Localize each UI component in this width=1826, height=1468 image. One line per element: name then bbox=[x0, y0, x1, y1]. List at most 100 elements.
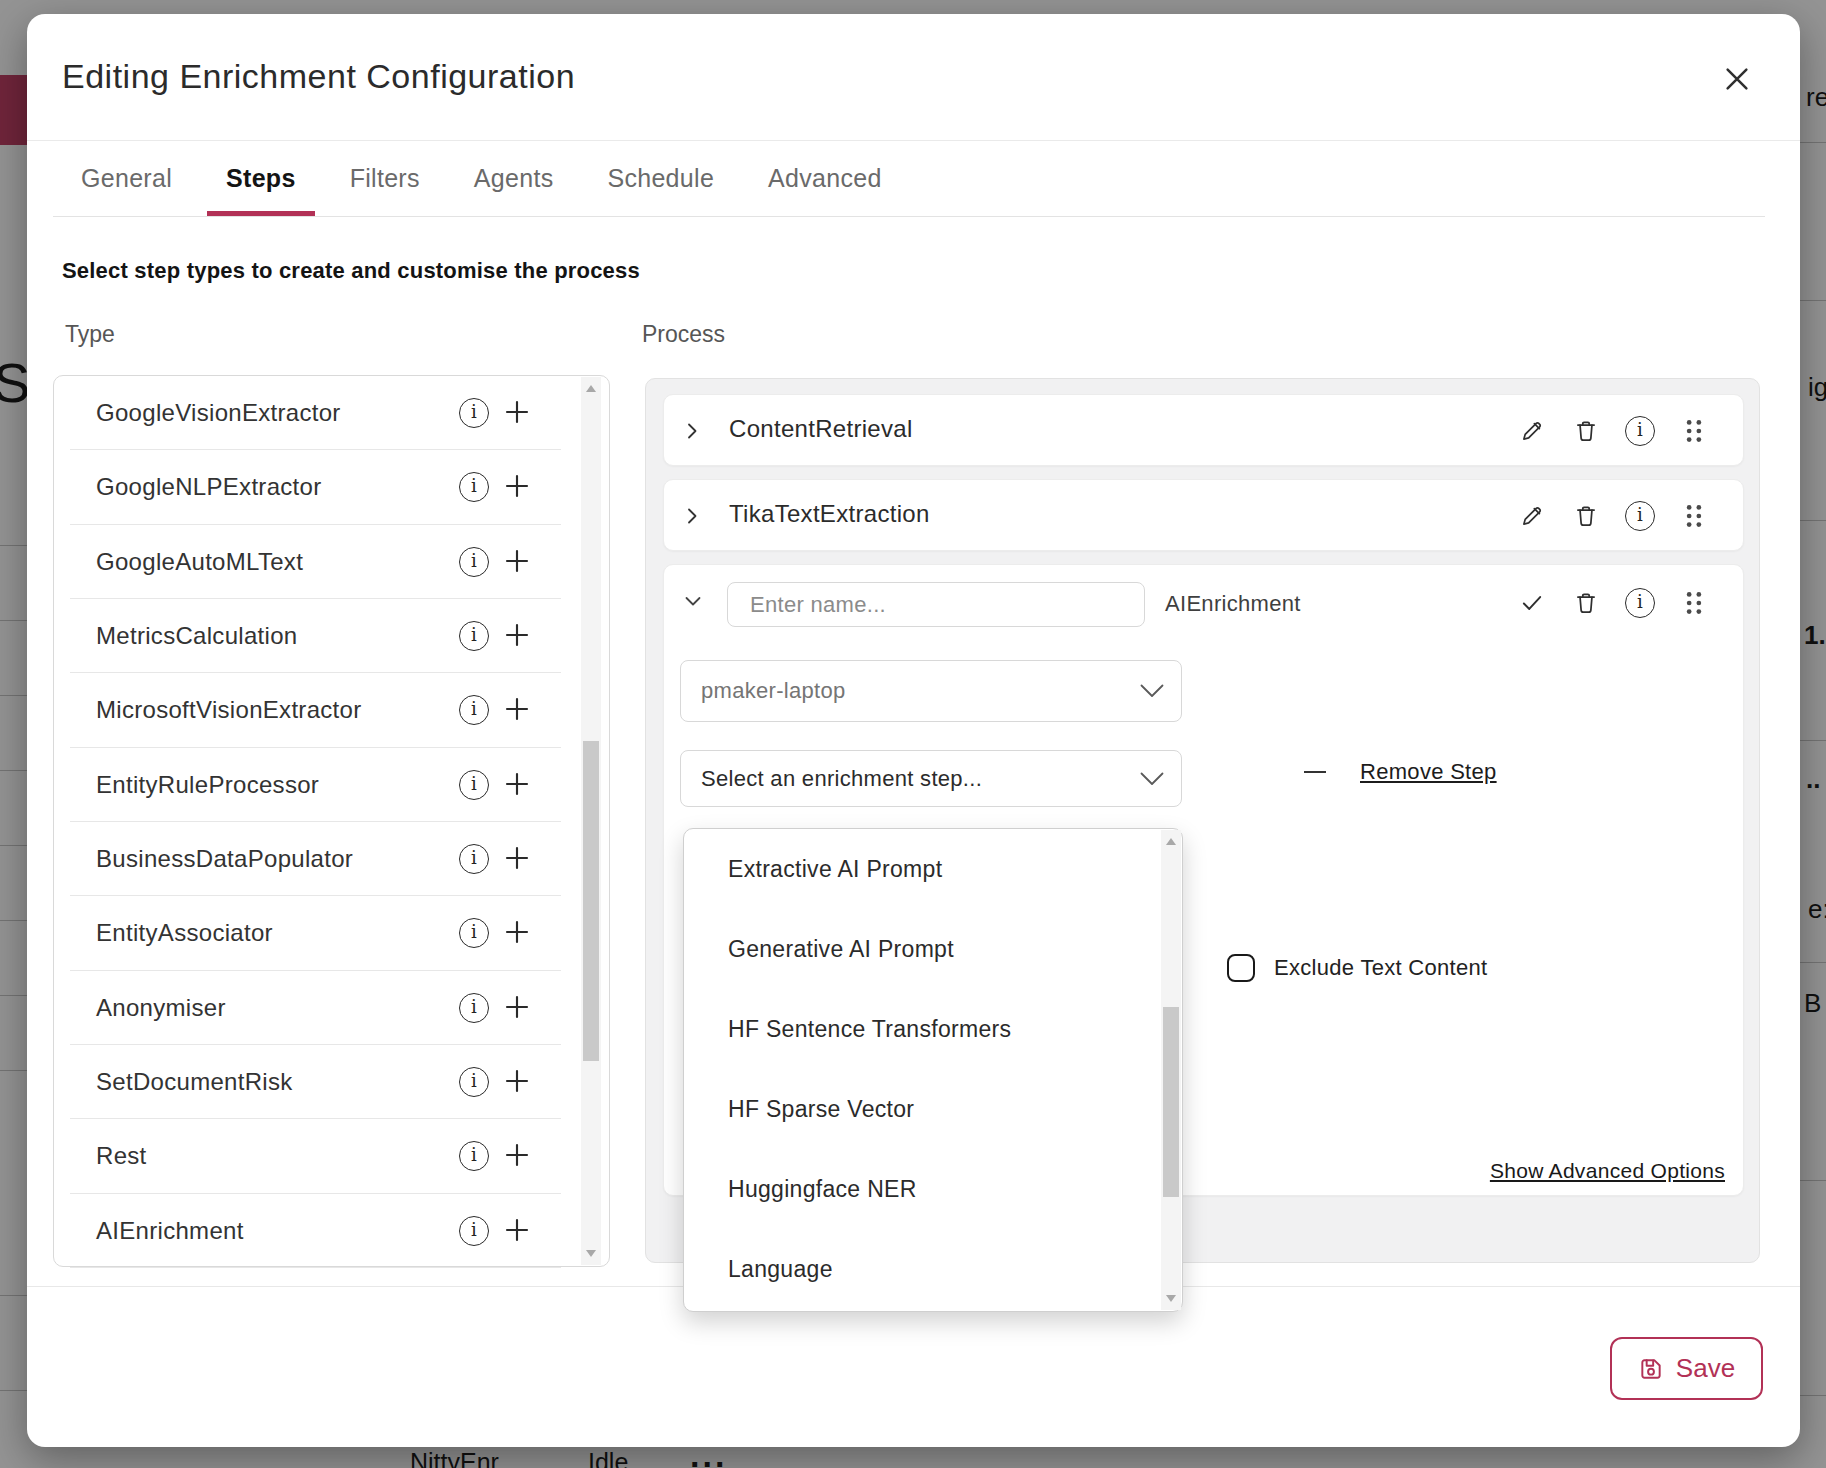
info-icon[interactable]: i bbox=[459, 993, 489, 1023]
dropdown-option[interactable]: HF Sparse Vector bbox=[684, 1069, 1182, 1149]
drag-handle-icon[interactable] bbox=[1679, 501, 1709, 531]
add-step-icon[interactable] bbox=[502, 1140, 532, 1170]
type-name: EntityAssociator bbox=[96, 919, 273, 947]
type-list-item[interactable]: EntityAssociator i bbox=[54, 896, 609, 970]
edit-step-icon[interactable] bbox=[1517, 501, 1547, 531]
expand-step-icon[interactable] bbox=[677, 416, 707, 446]
type-name: AIEnrichment bbox=[96, 1217, 244, 1245]
tabs-divider bbox=[53, 216, 1765, 217]
info-icon[interactable]: i bbox=[459, 1067, 489, 1097]
type-name: EntityRuleProcessor bbox=[96, 771, 319, 799]
info-icon[interactable]: i bbox=[459, 621, 489, 651]
enrichment-options-dropdown: Extractive AI Prompt Generative AI Promp… bbox=[683, 828, 1183, 1312]
process-step-card: TikaTextExtraction i bbox=[663, 479, 1744, 551]
step-type-label: AIEnrichment bbox=[1165, 591, 1301, 617]
type-name: Anonymiser bbox=[96, 994, 226, 1022]
dropdown-scrollbar[interactable] bbox=[1161, 830, 1181, 1310]
dropdown-option[interactable]: Extractive AI Prompt bbox=[684, 829, 1182, 909]
type-name: GoogleAutoMLText bbox=[96, 548, 303, 576]
chevron-down-icon bbox=[1139, 683, 1165, 699]
tab-advanced[interactable]: Advanced bbox=[749, 140, 901, 217]
edit-step-icon[interactable] bbox=[1517, 416, 1547, 446]
add-step-icon[interactable] bbox=[502, 546, 532, 576]
enrichment-step-select[interactable]: Select an enrichment step... bbox=[680, 750, 1182, 807]
drag-handle-icon[interactable] bbox=[1679, 588, 1709, 618]
save-button[interactable]: Save bbox=[1610, 1337, 1763, 1400]
edit-enrichment-dialog: Editing Enrichment Configuration General… bbox=[27, 14, 1800, 1447]
type-name: SetDocumentRisk bbox=[96, 1068, 293, 1096]
add-step-icon[interactable] bbox=[502, 1066, 532, 1096]
chevron-down-icon bbox=[1139, 771, 1165, 787]
remove-step-link[interactable]: Remove Step bbox=[1360, 759, 1497, 785]
add-step-icon[interactable] bbox=[502, 769, 532, 799]
dropdown-option[interactable]: Language bbox=[684, 1229, 1182, 1309]
show-advanced-options-link[interactable]: Show Advanced Options bbox=[1490, 1159, 1725, 1183]
type-list-item[interactable]: Anonymiser i bbox=[54, 971, 609, 1045]
add-step-icon[interactable] bbox=[502, 1215, 532, 1245]
tab-filters[interactable]: Filters bbox=[331, 140, 439, 217]
type-list-item[interactable]: GoogleAutoMLText i bbox=[54, 525, 609, 599]
collapse-step-icon[interactable] bbox=[678, 586, 708, 616]
info-icon[interactable]: i bbox=[459, 398, 489, 428]
info-icon[interactable]: i bbox=[459, 1141, 489, 1171]
step-title: ContentRetrieval bbox=[729, 415, 913, 443]
delete-step-icon[interactable] bbox=[1571, 501, 1601, 531]
confirm-step-icon[interactable] bbox=[1517, 588, 1547, 618]
server-select[interactable]: pmaker-laptop bbox=[680, 660, 1182, 722]
save-button-label: Save bbox=[1676, 1353, 1735, 1384]
add-step-icon[interactable] bbox=[502, 843, 532, 873]
exclude-text-label: Exclude Text Content bbox=[1274, 955, 1488, 981]
tab-general[interactable]: General bbox=[62, 140, 191, 217]
add-step-icon[interactable] bbox=[502, 620, 532, 650]
add-step-icon[interactable] bbox=[502, 917, 532, 947]
type-list-item[interactable]: MetricsCalculation i bbox=[54, 599, 609, 673]
add-step-icon[interactable] bbox=[502, 471, 532, 501]
info-icon[interactable]: i bbox=[1625, 416, 1655, 446]
type-list-scrollbar[interactable] bbox=[581, 377, 601, 1265]
info-icon[interactable]: i bbox=[459, 547, 489, 577]
type-list-item[interactable]: AIEnrichment i bbox=[54, 1194, 609, 1268]
type-list-item[interactable]: BusinessDataPopulator i bbox=[54, 822, 609, 896]
step-name-input[interactable] bbox=[727, 582, 1145, 627]
info-icon[interactable]: i bbox=[459, 472, 489, 502]
type-name: GoogleNLPExtractor bbox=[96, 473, 322, 501]
tab-agents[interactable]: Agents bbox=[455, 140, 573, 217]
info-icon[interactable]: i bbox=[459, 918, 489, 948]
delete-step-icon[interactable] bbox=[1571, 588, 1601, 618]
type-list-item[interactable]: GoogleNLPExtractor i bbox=[54, 450, 609, 524]
info-icon[interactable]: i bbox=[459, 695, 489, 725]
type-list-item[interactable]: EntityRuleProcessor i bbox=[54, 748, 609, 822]
add-step-icon[interactable] bbox=[502, 397, 532, 427]
tab-steps[interactable]: Steps bbox=[207, 140, 315, 217]
exclude-text-checkbox[interactable] bbox=[1227, 954, 1255, 982]
info-icon[interactable]: i bbox=[1625, 501, 1655, 531]
expand-step-icon[interactable] bbox=[677, 501, 707, 531]
info-icon[interactable]: i bbox=[459, 844, 489, 874]
dropdown-option[interactable]: Huggingface NER bbox=[684, 1149, 1182, 1229]
add-step-icon[interactable] bbox=[502, 992, 532, 1022]
add-step-icon[interactable] bbox=[502, 694, 532, 724]
dialog-subtitle: Select step types to create and customis… bbox=[62, 258, 640, 284]
type-list-item[interactable]: GoogleVisionExtractor i bbox=[54, 376, 609, 450]
tab-schedule[interactable]: Schedule bbox=[588, 140, 733, 217]
info-icon[interactable]: i bbox=[459, 770, 489, 800]
close-button[interactable] bbox=[1719, 61, 1755, 97]
process-step-card: ContentRetrieval i bbox=[663, 394, 1744, 466]
type-list-item[interactable]: Rest i bbox=[54, 1119, 609, 1193]
step-title: TikaTextExtraction bbox=[729, 500, 930, 528]
server-select-value: pmaker-laptop bbox=[701, 678, 846, 704]
drag-handle-icon[interactable] bbox=[1679, 416, 1709, 446]
type-list-item[interactable]: SetDocumentRisk i bbox=[54, 1045, 609, 1119]
type-name: MetricsCalculation bbox=[96, 622, 297, 650]
type-name: BusinessDataPopulator bbox=[96, 845, 353, 873]
dropdown-option[interactable]: Generative AI Prompt bbox=[684, 909, 1182, 989]
type-list-item[interactable]: MicrosoftVisionExtractor i bbox=[54, 673, 609, 747]
info-icon[interactable]: i bbox=[1625, 588, 1655, 618]
close-icon bbox=[1722, 64, 1752, 94]
dropdown-option[interactable]: HF Sentence Transformers bbox=[684, 989, 1182, 1069]
save-icon bbox=[1638, 1356, 1664, 1382]
type-name: GoogleVisionExtractor bbox=[96, 399, 341, 427]
tab-bar: General Steps Filters Agents Schedule Ad… bbox=[62, 140, 917, 217]
info-icon[interactable]: i bbox=[459, 1216, 489, 1246]
delete-step-icon[interactable] bbox=[1571, 416, 1601, 446]
